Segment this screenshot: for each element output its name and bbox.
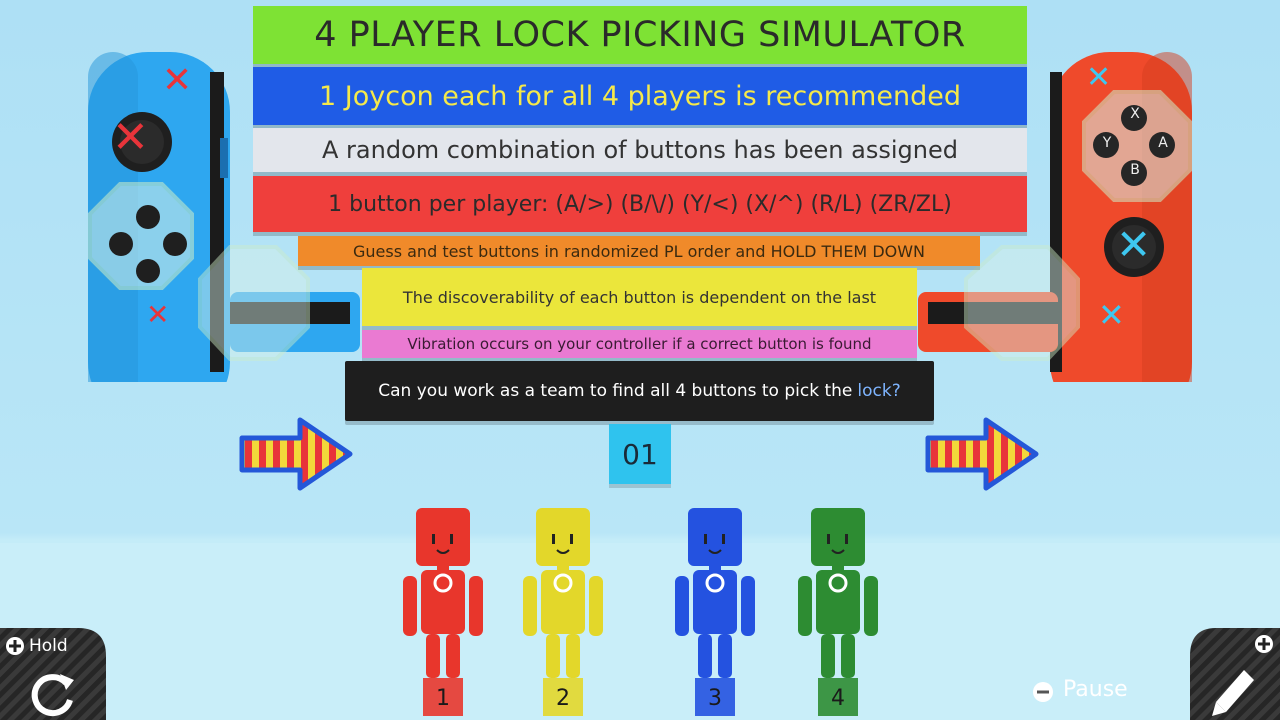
x-mark-icon: ✕	[1116, 220, 1152, 269]
x-button-label: X	[1130, 106, 1140, 122]
question-highlight: lock?	[857, 381, 901, 401]
question-banner: Can you work as a team to find all 4 but…	[345, 361, 934, 421]
x-mark-icon: ✕	[112, 112, 149, 163]
player-number: 2	[556, 686, 570, 711]
y-button-label: Y	[1102, 135, 1112, 151]
random-banner: A random combination of buttons has been…	[253, 128, 1027, 172]
x-mark-icon: ✕	[1098, 296, 1125, 334]
right-arrow-icon[interactable]	[924, 416, 1040, 492]
recommend-banner: 1 Joycon each for all 4 players is recom…	[253, 67, 1027, 125]
player-number: 4	[831, 686, 845, 711]
b-button-label: B	[1130, 162, 1140, 178]
pause-label[interactable]: Pause	[1063, 677, 1128, 702]
player-number: 3	[708, 686, 722, 711]
a-button-label: A	[1158, 135, 1168, 151]
per-player-banner: 1 button per player: (A/>) (B/\/) (Y/<) …	[253, 176, 1027, 232]
title-banner: 4 PLAYER LOCK PICKING SIMULATOR	[253, 6, 1027, 64]
vibration-banner: Vibration occurs on your controller if a…	[362, 330, 917, 358]
round-counter: 01	[609, 424, 671, 484]
hold-label: Hold	[29, 636, 68, 656]
x-mark-icon: ✕	[162, 60, 193, 101]
player-number: 1	[436, 686, 450, 711]
minus-button-icon	[1033, 682, 1053, 702]
x-mark-icon: ✕	[146, 298, 170, 331]
edit-panel[interactable]	[1188, 628, 1280, 720]
question-text: Can you work as a team to find all 4 but…	[378, 381, 853, 401]
discover-banner: The discoverability of each button is de…	[362, 268, 917, 326]
left-arrow-icon[interactable]	[238, 416, 354, 492]
x-mark-icon: ✕	[1086, 60, 1112, 95]
guess-banner: Guess and test buttons in randomized PL …	[298, 236, 980, 266]
